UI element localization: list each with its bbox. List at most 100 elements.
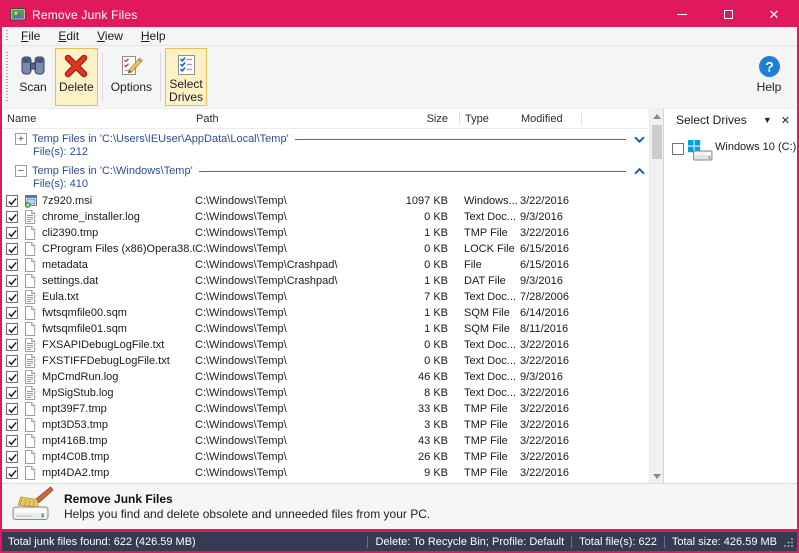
file-checkbox[interactable] bbox=[6, 451, 18, 463]
file-row[interactable]: 7z920.msiC:\Windows\Temp\1097 KBWindows.… bbox=[2, 193, 649, 209]
file-checkbox[interactable] bbox=[6, 419, 18, 431]
help-button[interactable]: ? Help bbox=[749, 48, 789, 106]
main-area: Name Path Size Type Modified + Temp Files… bbox=[2, 109, 797, 483]
file-row[interactable]: CProgram Files (x86)Opera38.0.22...C:\Wi… bbox=[2, 241, 649, 257]
options-button[interactable]: Options bbox=[107, 48, 156, 106]
file-size: 0 KB bbox=[397, 259, 452, 271]
scroll-up-icon[interactable] bbox=[650, 109, 664, 123]
file-checkbox[interactable] bbox=[6, 195, 18, 207]
menu-item-view[interactable]: View bbox=[88, 27, 132, 46]
file-checkbox[interactable] bbox=[6, 211, 18, 223]
info-description: Helps you find and delete obsolete and u… bbox=[64, 507, 430, 522]
file-checkbox[interactable] bbox=[6, 355, 18, 367]
scrollbar-thumb[interactable] bbox=[652, 125, 662, 159]
file-checkbox[interactable] bbox=[6, 323, 18, 335]
file-modified: 6/14/2016 bbox=[520, 307, 584, 319]
group-rule bbox=[295, 139, 626, 140]
file-type: SQM File bbox=[464, 307, 520, 319]
list-column-headers: Name Path Size Type Modified bbox=[2, 109, 649, 129]
panel-dropdown-icon[interactable]: ▼ bbox=[763, 115, 772, 125]
menu-item-file[interactable]: File bbox=[12, 27, 49, 46]
select-drives-panel: Select Drives ▼ ✕ bbox=[663, 109, 797, 483]
vertical-scrollbar[interactable] bbox=[649, 109, 663, 483]
column-header-type[interactable]: Type bbox=[464, 113, 520, 125]
file-checkbox[interactable] bbox=[6, 371, 18, 383]
file-icon bbox=[24, 434, 42, 448]
group-rule bbox=[199, 171, 626, 172]
file-row[interactable]: MpSigStub.logC:\Windows\Temp\8 KBText Do… bbox=[2, 385, 649, 401]
column-header-path[interactable]: Path bbox=[195, 113, 397, 125]
file-type: TMP File bbox=[464, 419, 520, 431]
app-icon bbox=[10, 8, 26, 22]
file-checkbox[interactable] bbox=[6, 227, 18, 239]
file-size: 1 KB bbox=[397, 323, 452, 335]
file-checkbox[interactable] bbox=[6, 403, 18, 415]
file-modified: 3/22/2016 bbox=[520, 387, 584, 399]
file-row[interactable]: fwtsqmfile01.sqmC:\Windows\Temp\1 KBSQM … bbox=[2, 321, 649, 337]
scan-label: Scan bbox=[19, 81, 46, 94]
menu-item-edit[interactable]: Edit bbox=[49, 27, 88, 46]
select-drives-button[interactable]: Select Drives bbox=[165, 48, 207, 106]
file-icon bbox=[24, 242, 42, 256]
file-type: DAT File bbox=[464, 275, 520, 287]
drive-checkbox[interactable] bbox=[672, 143, 684, 155]
file-icon bbox=[24, 450, 42, 464]
drive-item[interactable]: Windows 10 (C:) bbox=[664, 131, 797, 167]
file-row[interactable]: FXSTIFFDebugLogFile.txtC:\Windows\Temp\0… bbox=[2, 353, 649, 369]
file-size: 1 KB bbox=[397, 275, 452, 287]
file-icon bbox=[24, 274, 42, 288]
file-row[interactable]: mpt39F7.tmpC:\Windows\Temp\33 KBTMP File… bbox=[2, 401, 649, 417]
file-checkbox[interactable] bbox=[6, 387, 18, 399]
binoculars-icon bbox=[20, 52, 46, 80]
close-button[interactable]: ✕ bbox=[751, 2, 797, 27]
scroll-down-icon[interactable] bbox=[650, 469, 664, 483]
status-bar: Total junk files found: 622 (426.59 MB) … bbox=[2, 532, 797, 551]
chevron-down-icon[interactable] bbox=[632, 136, 646, 143]
resize-grip[interactable] bbox=[783, 537, 794, 551]
help-icon: ? bbox=[758, 52, 781, 80]
file-size: 7 KB bbox=[397, 291, 452, 303]
column-header-name[interactable]: Name bbox=[6, 113, 195, 125]
minimize-button[interactable] bbox=[659, 2, 705, 27]
file-row[interactable]: metadataC:\Windows\Temp\Crashpad\0 KBFil… bbox=[2, 257, 649, 273]
windows-drive-icon bbox=[687, 139, 713, 167]
file-checkbox[interactable] bbox=[6, 339, 18, 351]
file-checkbox[interactable] bbox=[6, 291, 18, 303]
file-row[interactable]: fwtsqmfile00.sqmC:\Windows\Temp\1 KBSQM … bbox=[2, 305, 649, 321]
file-checkbox[interactable] bbox=[6, 307, 18, 319]
file-row[interactable]: Eula.txtC:\Windows\Temp\7 KBText Doc...7… bbox=[2, 289, 649, 305]
file-row[interactable]: cli2390.tmpC:\Windows\Temp\1 KBTMP File3… bbox=[2, 225, 649, 241]
file-checkbox[interactable] bbox=[6, 275, 18, 287]
file-row[interactable]: mpt4C0B.tmpC:\Windows\Temp\26 KBTMP File… bbox=[2, 449, 649, 465]
file-checkbox[interactable] bbox=[6, 435, 18, 447]
file-checkbox[interactable] bbox=[6, 259, 18, 271]
file-name: 7z920.msi bbox=[42, 195, 195, 207]
file-row[interactable]: chrome_installer.logC:\Windows\Temp\0 KB… bbox=[2, 209, 649, 225]
file-icon bbox=[24, 306, 42, 320]
file-row[interactable]: mpt4DA2.tmpC:\Windows\Temp\9 KBTMP File3… bbox=[2, 465, 649, 481]
file-row[interactable]: FXSAPIDebugLogFile.txtC:\Windows\Temp\0 … bbox=[2, 337, 649, 353]
file-checkbox[interactable] bbox=[6, 243, 18, 255]
file-row[interactable]: mpt3D53.tmpC:\Windows\Temp\3 KBTMP File3… bbox=[2, 417, 649, 433]
menu-item-help[interactable]: Help bbox=[132, 27, 175, 46]
file-path: C:\Windows\Temp\ bbox=[195, 339, 397, 351]
file-row[interactable]: MpCmdRun.logC:\Windows\Temp\46 KBText Do… bbox=[2, 369, 649, 385]
collapse-group-button[interactable]: − bbox=[15, 165, 27, 177]
column-header-modified[interactable]: Modified bbox=[520, 113, 584, 125]
chevron-up-icon[interactable] bbox=[632, 168, 646, 175]
group-title: Temp Files in 'C:\Users\IEUser\AppData\L… bbox=[32, 133, 289, 145]
file-modified: 6/15/2016 bbox=[520, 243, 584, 255]
file-row[interactable]: settings.datC:\Windows\Temp\Crashpad\1 K… bbox=[2, 273, 649, 289]
maximize-button[interactable] bbox=[705, 2, 751, 27]
delete-button[interactable]: Delete bbox=[55, 48, 98, 106]
file-path: C:\Windows\Temp\Crashpad\ bbox=[195, 259, 397, 271]
file-type: Text Doc... bbox=[464, 371, 520, 383]
menu-bar: FileEditViewHelp bbox=[2, 27, 797, 46]
file-checkbox[interactable] bbox=[6, 467, 18, 479]
file-modified: 7/28/2006 bbox=[520, 291, 584, 303]
column-header-size[interactable]: Size bbox=[397, 113, 452, 125]
scan-button[interactable]: Scan bbox=[13, 48, 53, 106]
panel-close-icon[interactable]: ✕ bbox=[781, 114, 790, 127]
file-row[interactable]: mpt416B.tmpC:\Windows\Temp\43 KBTMP File… bbox=[2, 433, 649, 449]
expand-group-button[interactable]: + bbox=[15, 133, 27, 145]
